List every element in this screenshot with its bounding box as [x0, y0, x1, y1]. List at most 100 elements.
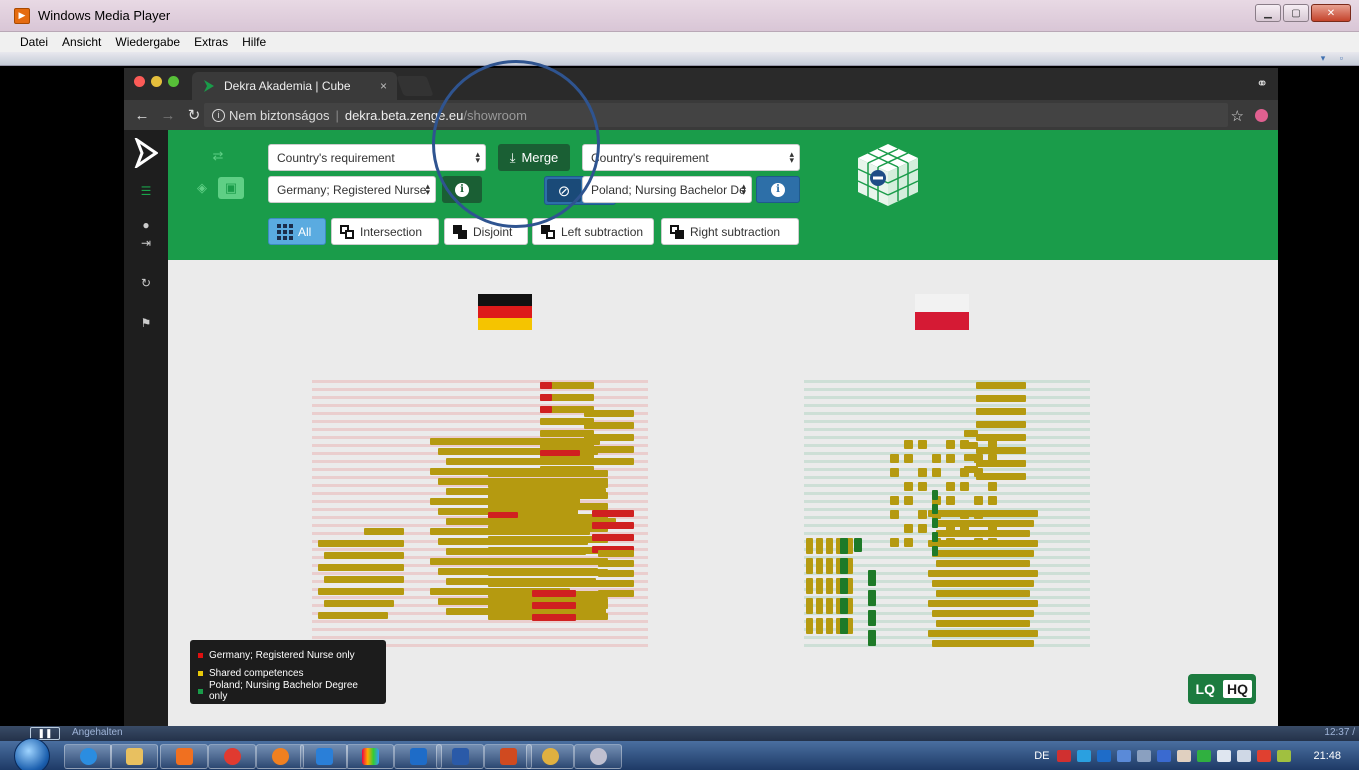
menu-icon[interactable]: ☰ — [124, 184, 168, 198]
bookmark-star-icon[interactable]: ☆ — [1231, 107, 1244, 125]
shared-block — [598, 580, 634, 587]
close-dot[interactable] — [134, 76, 145, 87]
taskbar-explorer[interactable] — [110, 744, 158, 769]
legend-item-germany: Germany; Registered Nurse only — [198, 646, 378, 664]
minimize-button[interactable]: ▁ — [1255, 4, 1281, 22]
taskbar-word[interactable] — [436, 744, 484, 769]
tab-close-icon[interactable]: × — [380, 79, 387, 93]
bluetooth-icon[interactable] — [1157, 749, 1172, 762]
back-icon[interactable]: ← — [134, 107, 150, 124]
filter-left-subtraction-label: Left subtraction — [561, 224, 644, 239]
close-button[interactable]: ✕ — [1311, 4, 1351, 22]
shared-block — [976, 473, 1026, 480]
annotation-circle — [432, 60, 600, 228]
poland-block — [840, 598, 848, 614]
layers-icon[interactable]: ◈ — [188, 177, 216, 199]
swap-icon[interactable]: ⇄ — [204, 145, 232, 167]
filter-intersection-button[interactable]: Intersection — [331, 218, 439, 245]
user-icon[interactable]: ● — [124, 218, 168, 232]
shared-block — [488, 492, 608, 499]
taskbar-paint[interactable] — [526, 744, 574, 769]
lq-button[interactable]: LQ — [1192, 680, 1219, 698]
tray-tool-icon[interactable] — [1137, 749, 1152, 762]
shared-block — [488, 580, 608, 587]
refresh-icon[interactable]: ↻ — [124, 276, 168, 290]
taskbar-chrome[interactable] — [208, 744, 256, 769]
taskbar-outlook[interactable] — [394, 744, 442, 769]
shared-block — [946, 496, 955, 505]
left-subject-select[interactable]: Germany; Registered Nurse ▴ ▾ — [268, 176, 436, 203]
poland-block — [840, 578, 848, 594]
menu-extras[interactable]: Extras — [194, 35, 228, 49]
left-subject-value: Germany; Registered Nurse — [277, 182, 427, 197]
forward-icon[interactable]: → — [160, 107, 176, 124]
tray-app-icon[interactable] — [1057, 749, 1072, 762]
taskbar-powerpoint[interactable] — [484, 744, 532, 769]
shared-block — [598, 590, 634, 597]
device-icon[interactable] — [1217, 749, 1232, 762]
clock[interactable]: 21:48 — [1313, 750, 1341, 762]
flag-icon[interactable]: ⚑ — [124, 316, 168, 330]
shared-block — [928, 600, 1038, 607]
cube-logo-icon — [857, 144, 919, 206]
taskbar-stats[interactable] — [346, 744, 394, 769]
signal-icon[interactable] — [1237, 749, 1252, 762]
power-icon[interactable] — [1277, 749, 1292, 762]
outlook-tray-icon[interactable] — [1097, 749, 1112, 762]
right-subject-select[interactable]: Poland; Nursing Bachelor De ▴ ▾ — [582, 176, 752, 203]
url-separator: | — [335, 107, 339, 123]
shared-block — [946, 440, 955, 449]
shared-block — [816, 618, 823, 634]
new-tab-button[interactable] — [396, 76, 434, 96]
poland-block — [932, 490, 938, 500]
cube-view-icon[interactable]: ▣ — [218, 177, 244, 199]
shared-block — [904, 440, 913, 449]
shared-block — [936, 530, 1030, 537]
skype-icon[interactable] — [1077, 749, 1092, 762]
right-info-button[interactable]: i — [756, 176, 800, 203]
extension-icon[interactable] — [1255, 109, 1268, 122]
shared-block — [826, 598, 833, 614]
zoom-dot[interactable] — [168, 76, 179, 87]
shared-block — [816, 578, 823, 594]
menu-datei[interactable]: Datei — [20, 35, 48, 49]
calendar-icon[interactable] — [1177, 749, 1192, 762]
menu-hilfe[interactable]: Hilfe — [242, 35, 266, 49]
browser-tab[interactable]: Dekra Akademia | Cube × — [192, 72, 397, 100]
start-button[interactable] — [14, 738, 50, 770]
cube-visualization[interactable]: Germany; Registered Nurse only Shared co… — [168, 260, 1278, 726]
language-indicator[interactable]: DE — [1034, 750, 1049, 762]
taskbar-firefox[interactable] — [256, 744, 304, 769]
logout-icon[interactable]: ⇥ — [124, 236, 168, 250]
dekra-logo-icon[interactable] — [134, 138, 158, 168]
menu-ansicht[interactable]: Ansicht — [62, 35, 101, 49]
minimize-dot[interactable] — [151, 76, 162, 87]
filter-right-subtraction-button[interactable]: Right subtraction — [661, 218, 799, 245]
hq-button[interactable]: HQ — [1223, 680, 1252, 698]
shared-block — [806, 538, 813, 554]
right-subtraction-icon — [670, 224, 684, 239]
menu-wiedergabe[interactable]: Wiedergabe — [115, 35, 180, 49]
taskbar-lync[interactable] — [300, 744, 348, 769]
taskbar-media-player[interactable] — [160, 744, 208, 769]
shared-block — [584, 422, 634, 429]
right-mode-select[interactable]: Country's requirement ▴ ▾ — [582, 144, 800, 171]
url-input[interactable]: i Nem biztonságos | dekra.beta.zenge.eu /… — [204, 103, 1228, 127]
reload-icon[interactable]: ↻ — [186, 106, 202, 124]
shared-block — [974, 468, 983, 477]
maximize-button[interactable]: ▢ — [1283, 4, 1309, 22]
legend-item-poland: Poland; Nursing Bachelor Degree only — [198, 680, 378, 702]
taskbar-ie[interactable] — [64, 744, 112, 769]
mini-mode-icons[interactable]: ▾ ▫ — [1321, 53, 1349, 64]
network-share-icon[interactable] — [1117, 749, 1132, 762]
filter-left-subtraction-button[interactable]: Left subtraction — [532, 218, 654, 245]
filter-all-button[interactable]: All — [268, 218, 326, 245]
play-tray-icon[interactable] — [1197, 749, 1212, 762]
taskbar-misc[interactable] — [574, 744, 622, 769]
shared-block — [928, 570, 1038, 577]
shared-block — [364, 540, 404, 547]
shared-block — [918, 440, 927, 449]
volume-icon[interactable] — [1257, 749, 1272, 762]
shared-block — [488, 536, 608, 543]
info-icon[interactable]: i — [212, 108, 225, 122]
